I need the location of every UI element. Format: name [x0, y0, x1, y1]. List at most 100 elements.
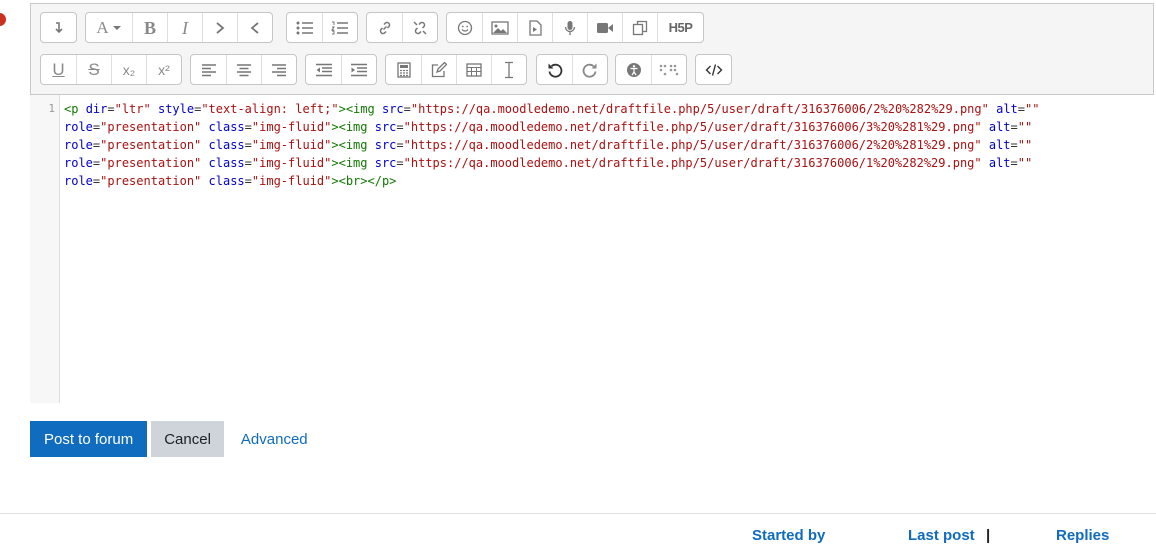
link-icon[interactable]: [367, 13, 402, 42]
code-token: "img-fluid": [251, 156, 332, 170]
ordered-list-icon[interactable]: [322, 13, 357, 42]
code-token: =: [244, 120, 252, 134]
undo-icon[interactable]: [537, 55, 572, 84]
advanced-link[interactable]: Advanced: [241, 431, 308, 448]
form-actions: Post to forum Cancel Advanced: [30, 421, 308, 457]
edit-icon[interactable]: [421, 55, 456, 84]
code-token: "img-fluid": [251, 174, 332, 188]
toolbar-group-lists: [286, 12, 358, 43]
screenreader-helper-icon[interactable]: [651, 55, 686, 84]
align-left-icon[interactable]: [191, 55, 226, 84]
toolbar-group-indent: [305, 54, 377, 85]
manage-files-icon[interactable]: [622, 13, 657, 42]
toolbar-group-links: [366, 12, 438, 43]
underline-icon[interactable]: U: [41, 55, 76, 84]
code-token: class: [208, 156, 245, 170]
code-token: =: [403, 102, 411, 116]
record-audio-icon[interactable]: [552, 13, 587, 42]
code-line: role="presentation" class="img-fluid"><i…: [64, 136, 1039, 154]
editor-toolbar: A B I H5P U S x₂ x²: [30, 3, 1154, 95]
code-content[interactable]: <p dir="ltr" style="text-align: left;"><…: [64, 100, 1039, 190]
code-token: alt: [996, 102, 1018, 116]
ltr-icon[interactable]: [202, 13, 237, 42]
record-video-icon[interactable]: [587, 13, 622, 42]
indent-icon[interactable]: [341, 55, 376, 84]
code-token: <p: [64, 102, 86, 116]
code-line: role = "presentation" class = "img-fluid"><i…: [64, 154, 1039, 172]
align-right-icon[interactable]: [261, 55, 296, 84]
code-token: "presentation": [100, 120, 202, 134]
unordered-list-icon[interactable]: [287, 13, 322, 42]
code-token: src: [374, 138, 397, 152]
code-token: =: [1010, 156, 1018, 170]
accessibility-checker-icon[interactable]: [616, 55, 651, 84]
code-token: src: [374, 156, 397, 170]
post-to-forum-button[interactable]: Post to forum: [30, 421, 148, 457]
code-token: "text-align: left;": [201, 102, 339, 116]
strikethrough-icon[interactable]: S: [76, 55, 111, 84]
code-token: "": [1017, 120, 1033, 134]
code-token: =: [107, 102, 115, 116]
code-token: class: [208, 174, 245, 188]
toolbar-group-html: [695, 54, 732, 85]
table-icon[interactable]: [456, 55, 491, 84]
line-number-gutter: 1: [30, 95, 60, 403]
code-token: "presentation": [100, 174, 202, 188]
code-token: =: [244, 138, 252, 152]
toolbar-group-style: A B I: [85, 12, 273, 43]
code-token: class: [208, 138, 245, 152]
code-token: role: [64, 174, 93, 188]
unlink-icon[interactable]: [402, 13, 437, 42]
bold-icon[interactable]: B: [132, 13, 167, 42]
code-token: =: [244, 174, 252, 188]
cancel-button[interactable]: Cancel: [151, 421, 224, 457]
required-indicator-icon: [0, 13, 6, 26]
code-token: "ltr": [114, 102, 151, 116]
toolbar-group-collapse: [40, 12, 77, 43]
h5p-icon[interactable]: H5P: [657, 13, 703, 42]
code-token: alt: [988, 156, 1011, 170]
code-token: "https://qa.moodledemo.net/draftfile.php…: [403, 138, 982, 152]
code-token: "": [1025, 102, 1040, 116]
rtl-icon[interactable]: [237, 13, 272, 42]
html-source-editor[interactable]: 1 <p dir="ltr" style="text-align: left;"…: [30, 95, 1154, 403]
toolbar-group-align: [190, 54, 297, 85]
code-token: =: [396, 120, 404, 134]
code-token: ><img: [338, 102, 382, 116]
image-icon[interactable]: [482, 13, 517, 42]
code-token: alt: [988, 138, 1011, 152]
toolbar-group-other: [385, 54, 527, 85]
show-more-buttons-icon[interactable]: [41, 13, 76, 42]
html-source-icon[interactable]: [696, 55, 731, 84]
code-token: "https://qa.moodledemo.net/draftfile.php…: [403, 120, 982, 134]
code-token: ><img: [331, 156, 375, 170]
redo-icon[interactable]: [572, 55, 607, 84]
media-icon[interactable]: [517, 13, 552, 42]
code-token: role: [64, 120, 93, 134]
emoji-icon[interactable]: [447, 13, 482, 42]
code-token: src: [381, 102, 404, 116]
code-token: =: [396, 156, 404, 170]
outdent-icon[interactable]: [306, 55, 341, 84]
code-token: "img-fluid": [251, 138, 332, 152]
subscript-icon[interactable]: x₂: [111, 55, 146, 84]
align-center-icon[interactable]: [226, 55, 261, 84]
italic-icon[interactable]: I: [167, 13, 202, 42]
code-token: role: [64, 156, 93, 170]
superscript-icon[interactable]: x²: [146, 55, 181, 84]
code-line: role="presentation" class="img-fluid"><i…: [64, 118, 1039, 136]
clear-formatting-icon[interactable]: [491, 55, 526, 84]
code-token: role: [64, 138, 93, 152]
code-token: "presentation": [100, 156, 202, 170]
code-token: "": [1017, 156, 1033, 170]
equation-icon[interactable]: [386, 55, 421, 84]
paragraph-styles-icon[interactable]: A: [86, 13, 132, 42]
toolbar-group-accessibility: [615, 54, 687, 85]
code-token: "https://qa.moodledemo.net/draftfile.php…: [403, 156, 982, 170]
